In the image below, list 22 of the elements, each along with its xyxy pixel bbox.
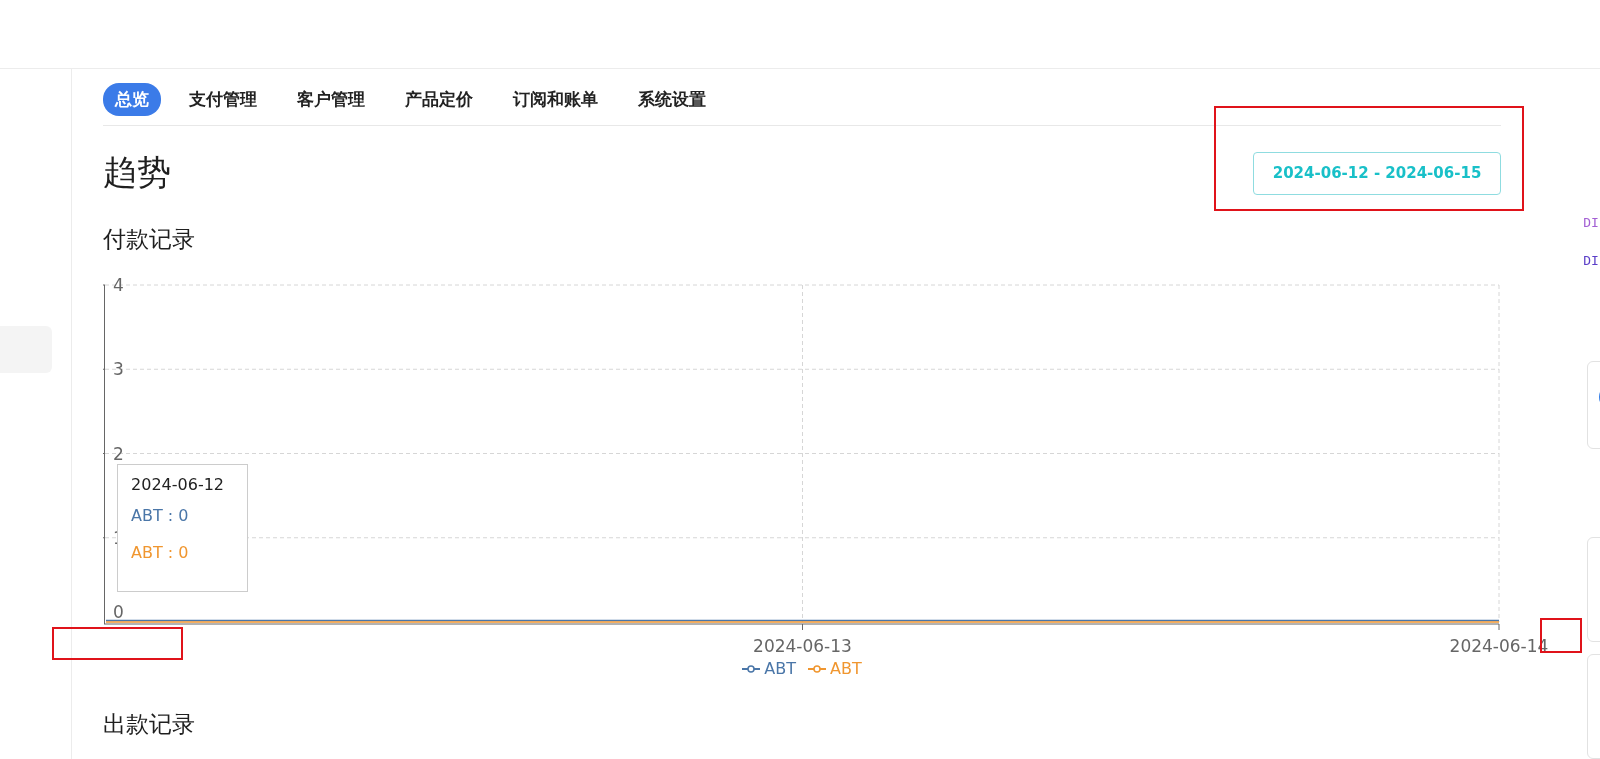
nav-tab[interactable]: 产品定价 (393, 82, 486, 116)
chart-title: 出款记录 (103, 710, 197, 739)
axis-label: 2024-06-13 (753, 636, 852, 656)
chart-title: 付款记录 (103, 225, 197, 254)
code-text: DI (1583, 253, 1599, 270)
axis-label: 0 (113, 602, 124, 622)
legend-item[interactable]: ABT (742, 659, 797, 678)
axis-label: 3 (113, 359, 124, 380)
axis-label: 4 (113, 275, 124, 295)
nav-tab[interactable]: 系统设置 (626, 82, 719, 116)
nav-tab[interactable]: 客户管理 (285, 82, 378, 116)
tooltip-title: 2024-06-12 (131, 475, 226, 494)
nav-tab[interactable]: 订阅和账单 (501, 82, 611, 116)
code-text: DI (1583, 215, 1599, 232)
legend-line-icon (808, 663, 827, 674)
axis-label: 2 (113, 443, 124, 464)
nav-tab[interactable]: 总览 (103, 82, 162, 116)
nav-tab[interactable]: 支付管理 (177, 82, 270, 116)
section-title: 趋势 (103, 151, 172, 194)
tooltip-value: ABT : 0 (131, 506, 190, 525)
legend-line-icon (742, 663, 761, 674)
tooltip-value: ABT : 0 (131, 543, 190, 562)
